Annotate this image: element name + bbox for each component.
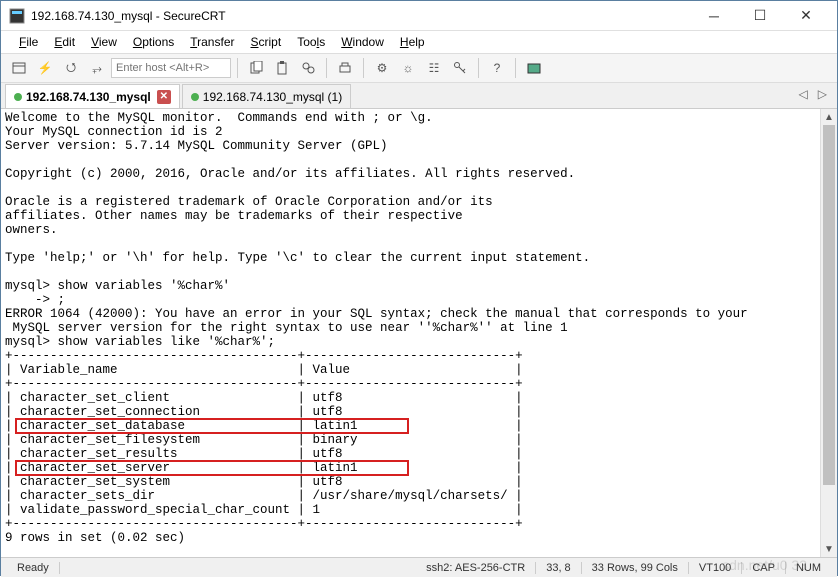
toolbar-separator: [363, 58, 364, 78]
paste-icon[interactable]: [270, 56, 294, 80]
status-cap: CAP: [742, 562, 786, 574]
tab-session-0[interactable]: 192.168.74.130_mysql ✕: [5, 84, 180, 108]
tab-session-1[interactable]: 192.168.74.130_mysql (1): [182, 84, 351, 108]
reconnect-icon[interactable]: ⥅: [85, 56, 109, 80]
titlebar: 192.168.74.130_mysql - SecureCRT ─ ☐ ✕: [1, 1, 837, 31]
status-dimensions: 33 Rows, 99 Cols: [582, 562, 689, 574]
status-terminal-type: VT100: [689, 562, 742, 574]
help-icon[interactable]: ?: [485, 56, 509, 80]
status-dot-icon: [14, 93, 22, 101]
app-icon: [9, 8, 25, 24]
maximize-button[interactable]: ☐: [737, 1, 783, 31]
vertical-scrollbar[interactable]: ▲ ▼: [820, 109, 837, 557]
tab-nav: ◁ ▷: [795, 87, 831, 101]
toolbar-separator: [515, 58, 516, 78]
status-ready: Ready: [7, 562, 60, 574]
status-connection: ssh2: AES-256-CTR: [416, 562, 536, 574]
tab-prev-icon[interactable]: ◁: [795, 87, 812, 101]
menu-edit[interactable]: Edit: [46, 33, 83, 51]
global-options-icon[interactable]: ☼: [396, 56, 420, 80]
scroll-down-icon[interactable]: ▼: [821, 541, 837, 557]
window-controls: ─ ☐ ✕: [691, 1, 829, 31]
terminal-area: Welcome to the MySQL monitor. Commands e…: [1, 109, 837, 557]
toolbar-separator: [237, 58, 238, 78]
tab-label: 192.168.74.130_mysql (1): [203, 90, 342, 104]
host-input[interactable]: [111, 58, 231, 78]
toolbar: ⚡ ⭯ ⥅ ⚙ ☼ ☷ ?: [1, 53, 837, 83]
toolbar-separator: [478, 58, 479, 78]
minimize-button[interactable]: ─: [691, 1, 737, 31]
statusbar: Ready ssh2: AES-256-CTR 33, 8 33 Rows, 9…: [1, 557, 837, 577]
menu-view[interactable]: View: [83, 33, 125, 51]
key-icon[interactable]: [448, 56, 472, 80]
keymap-icon[interactable]: ☷: [422, 56, 446, 80]
connect-in-tab-icon[interactable]: ⭯: [59, 56, 83, 80]
scroll-up-icon[interactable]: ▲: [821, 109, 837, 125]
tab-next-icon[interactable]: ▷: [814, 87, 831, 101]
tabbar: 192.168.74.130_mysql ✕ 192.168.74.130_my…: [1, 83, 837, 109]
menu-transfer[interactable]: Transfer: [182, 33, 242, 51]
settings-icon[interactable]: ⚙: [370, 56, 394, 80]
copy-icon[interactable]: [244, 56, 268, 80]
status-dot-icon: [191, 93, 199, 101]
menubar: File Edit View Options Transfer Script T…: [1, 31, 837, 53]
close-button[interactable]: ✕: [783, 1, 829, 31]
menu-script[interactable]: Script: [243, 33, 290, 51]
sessions-icon[interactable]: [522, 56, 546, 80]
find-icon[interactable]: [296, 56, 320, 80]
menu-file[interactable]: File: [11, 33, 46, 51]
session-manager-icon[interactable]: [7, 56, 31, 80]
menu-options[interactable]: Options: [125, 33, 182, 51]
menu-window[interactable]: Window: [333, 33, 392, 51]
tab-label: 192.168.74.130_mysql: [26, 90, 151, 104]
close-icon[interactable]: ✕: [157, 90, 171, 104]
toolbar-separator: [326, 58, 327, 78]
scroll-thumb[interactable]: [823, 125, 835, 485]
menu-tools[interactable]: Tools: [289, 33, 333, 51]
window-title: 192.168.74.130_mysql - SecureCRT: [31, 9, 691, 23]
quick-connect-icon[interactable]: ⚡: [33, 56, 57, 80]
status-num: NUM: [786, 562, 831, 574]
menu-help[interactable]: Help: [392, 33, 433, 51]
print-icon[interactable]: [333, 56, 357, 80]
terminal-output[interactable]: Welcome to the MySQL monitor. Commands e…: [1, 109, 837, 557]
status-cursor: 33, 8: [536, 562, 581, 574]
